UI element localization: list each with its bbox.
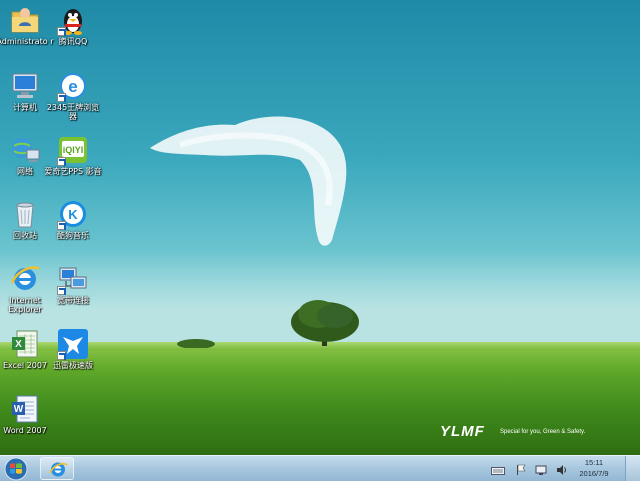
- 2345-browser-icon: e: [57, 70, 89, 102]
- excel-icon: X: [9, 328, 41, 360]
- icon-label: Word 2007: [3, 426, 47, 435]
- internet-explorer-icon: [49, 462, 68, 477]
- qq-penguin-icon: [57, 4, 89, 36]
- svg-text:K: K: [68, 207, 78, 222]
- shortcut-arrow-icon: [57, 93, 66, 102]
- iqiyi-icon: iQIYI: [57, 134, 89, 166]
- start-button[interactable]: [2, 457, 30, 481]
- desktop-icon-2345-browser[interactable]: e 2345王牌浏览器: [44, 70, 102, 121]
- taskbar-clock[interactable]: 15:11 2016/7/9: [572, 457, 616, 479]
- shortcut-arrow-icon: [57, 286, 66, 295]
- windows-start-icon: [4, 457, 28, 481]
- clock-date: 2016/7/9: [579, 469, 609, 478]
- ylmf-logo: YLMF: [440, 423, 485, 440]
- desktop-wallpaper[interactable]: Administrato r 计算机 网络 回收站 Internet Explo…: [0, 0, 640, 455]
- taskbar-pinned-internet-explorer[interactable]: [40, 457, 74, 480]
- keyboard-icon[interactable]: [490, 461, 505, 480]
- system-tray: [490, 460, 568, 480]
- desktop-icon-iqiyi[interactable]: iQIYI 爱奇艺PPS 影音: [44, 134, 102, 176]
- icon-label: 迅雷极速版: [53, 361, 93, 370]
- kugou-icon: K: [57, 198, 89, 230]
- desktop-icon-kugou[interactable]: K 酷狗音乐: [44, 198, 102, 240]
- bush-graphic: [177, 339, 215, 348]
- desktop-icon-word[interactable]: W Word 2007: [0, 393, 54, 435]
- internet-explorer-icon: [9, 263, 41, 295]
- clock-time: 15:11: [584, 458, 604, 467]
- user-folder-icon: [9, 4, 41, 36]
- remote-desktop-icon: [57, 263, 89, 295]
- network-icon: [9, 134, 41, 166]
- desktop-icon-xunlei[interactable]: 迅雷极速版: [44, 328, 102, 370]
- tree-graphic: [291, 300, 359, 346]
- icon-label: 腾讯QQ: [58, 37, 88, 46]
- show-desktop-button[interactable]: [625, 456, 640, 481]
- xunlei-icon: [57, 328, 89, 360]
- shortcut-arrow-icon: [57, 27, 66, 36]
- icon-label: 2345王牌浏览器: [46, 103, 100, 121]
- flag-icon[interactable]: [516, 461, 526, 480]
- ylmf-slogan: Special for you, Green & Safety.: [500, 429, 586, 435]
- network-tray-icon[interactable]: [535, 461, 547, 480]
- desktop-icon-remote-desktop[interactable]: 宽带连接: [44, 263, 102, 305]
- recycle-bin-icon: [9, 198, 41, 230]
- volume-icon[interactable]: [556, 461, 568, 480]
- word-icon: W: [9, 393, 41, 425]
- icon-label: 酷狗音乐: [57, 231, 89, 240]
- svg-text:e: e: [68, 77, 77, 96]
- desktop-icon-qq[interactable]: 腾讯QQ: [44, 4, 102, 46]
- icon-label: 爱奇艺PPS 影音: [44, 167, 102, 176]
- shortcut-arrow-icon: [57, 351, 66, 360]
- svg-text:W: W: [14, 404, 24, 415]
- taskbar: 15:11 2016/7/9: [0, 455, 640, 481]
- icon-label: 宽带连接: [57, 296, 89, 305]
- svg-text:X: X: [15, 339, 22, 350]
- svg-text:iQIYI: iQIYI: [63, 145, 84, 155]
- shortcut-arrow-icon: [57, 221, 66, 230]
- computer-icon: [9, 70, 41, 102]
- shortcut-arrow-icon: [57, 157, 66, 166]
- ylmf-watermark: YLMF Special for you, Green & Safety.: [440, 423, 610, 443]
- cloud-graphic: [150, 116, 347, 246]
